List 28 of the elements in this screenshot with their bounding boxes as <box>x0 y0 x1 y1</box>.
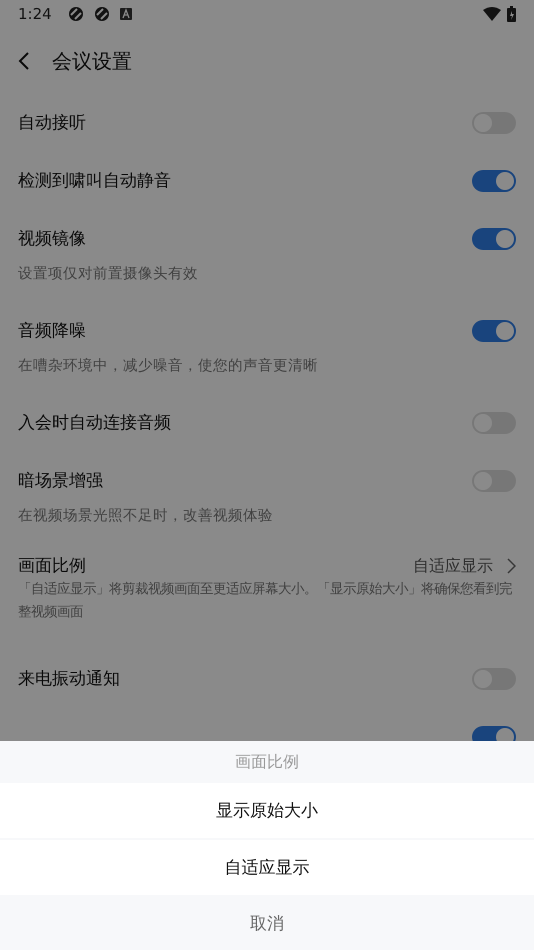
setting-label: 来电振动通知 <box>18 668 120 691</box>
wifi-icon <box>483 7 501 21</box>
toggle-switch[interactable] <box>472 320 516 342</box>
setting-label: 画面比例 <box>18 555 86 578</box>
setting-description: 在视频场景光照不足时，改善视频体验 <box>18 506 274 526</box>
setting-label: 检测到啸叫自动静音 <box>18 170 171 193</box>
back-icon <box>18 51 30 71</box>
sheet-option[interactable]: 自适应显示 <box>0 840 534 895</box>
setting-value[interactable]: 自适应显示 <box>413 556 493 576</box>
aperture-icon <box>68 6 84 22</box>
sheet-title: 画面比例 <box>234 750 300 772</box>
toggle-switch[interactable] <box>472 228 516 250</box>
setting-label: 视频镜像 <box>18 228 86 251</box>
status-time: 1:24 <box>18 5 52 23</box>
toggle-switch[interactable] <box>472 170 516 192</box>
battery-icon <box>507 6 516 22</box>
sheet-option[interactable]: 显示原始大小 <box>0 783 534 838</box>
setting-description: 「自适应显示」将剪裁视频画面至更适应屏幕大小。「显示原始大小」将确保您看到完整视频画面 <box>18 580 513 622</box>
setting-description: 设置项仅对前置摄像头有效 <box>18 265 199 284</box>
chevron-right-icon <box>507 558 516 574</box>
setting-label: 音频降噪 <box>18 320 86 343</box>
setting-label: 自动接听 <box>18 112 86 135</box>
setting-label: 入会时自动连接音频 <box>18 412 171 435</box>
setting-label: 暗场景增强 <box>18 470 103 493</box>
page-title: 会议设置 <box>52 48 132 74</box>
setting-description: 在嘈杂环境中，减少噪音，使您的声音更清晰 <box>18 356 319 376</box>
aperture-icon <box>94 6 110 22</box>
keyboard-icon <box>120 8 132 20</box>
